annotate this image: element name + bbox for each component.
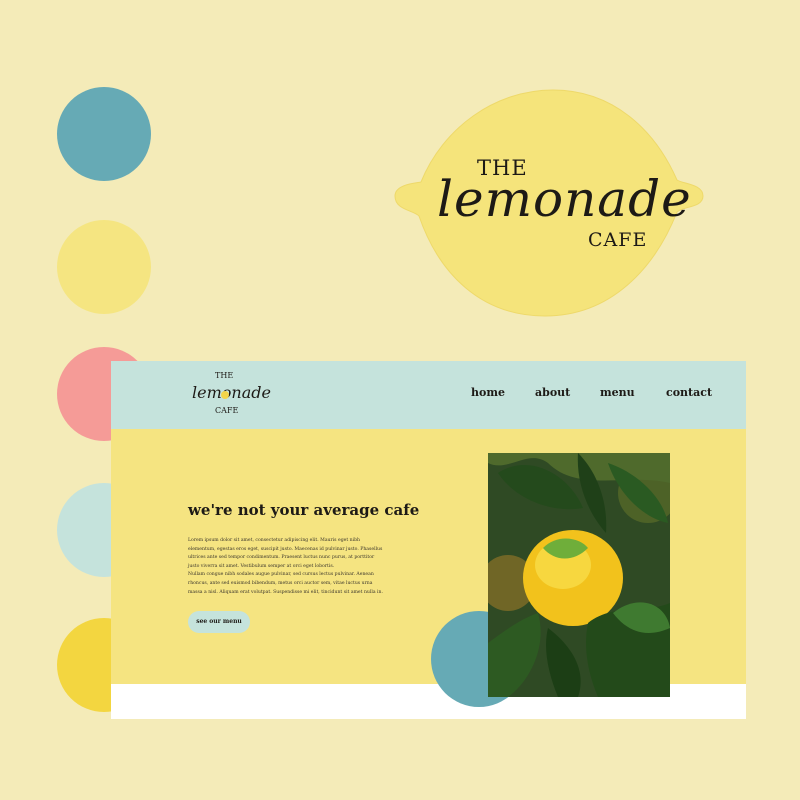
site-navbar: THE lemonade CAFE home about menu contac… [111,361,746,429]
nav-link-about[interactable]: about [535,386,570,399]
lemon-tree-photo [488,453,670,697]
hero-paragraph-2: Nullam congue nibh sodales augue pulvina… [188,572,383,595]
nav-logo-script: lemonade [192,383,271,402]
nav-logo[interactable]: THE lemonade CAFE [189,369,271,425]
brand-logo: THE lemonade CAFE [385,88,705,318]
logo-cafe-text: CAFE [588,229,648,251]
nav-link-home[interactable]: home [471,386,505,399]
see-menu-button[interactable]: see our menu [188,611,250,633]
logo-script-text: lemonade [437,170,692,228]
hero-body: Lorem ipsum dolor sit amet, consectetur … [188,537,384,597]
palette-swatch-teal [57,87,151,181]
hero-paragraph-1: Lorem ipsum dolor sit amet, consectetur … [188,538,383,569]
nav-link-menu[interactable]: menu [600,386,635,399]
lemon-dot-icon [221,391,229,399]
nav-logo-cafe: CAFE [215,406,239,415]
palette-swatch-yellow [57,220,151,314]
nav-logo-the: THE [215,371,234,380]
hero-title: we're not your average cafe [188,501,420,519]
website-mockup: THE lemonade CAFE home about menu contac… [111,361,746,719]
nav-link-contact[interactable]: contact [666,386,712,399]
